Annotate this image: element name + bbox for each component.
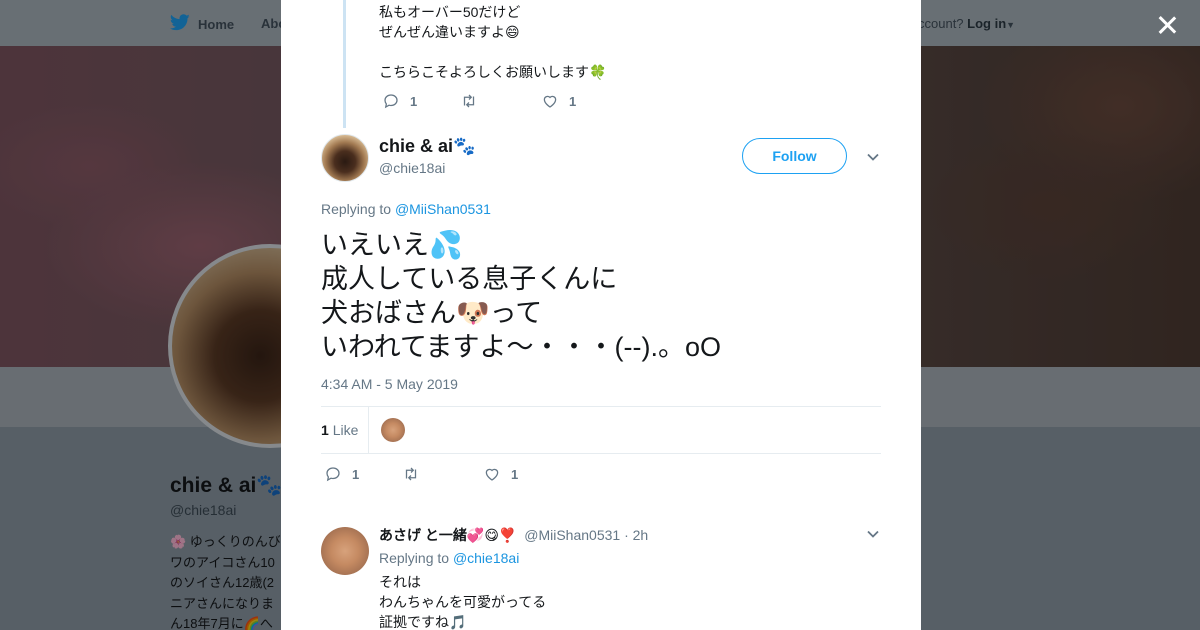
tweet-menu-chevron-down-icon[interactable] bbox=[866, 150, 880, 164]
likes-count[interactable]: 1 Like bbox=[321, 422, 358, 438]
tweet-modal: 私もオーバー50だけど ぜんぜん違いますよ😄 こちらこそよろしくお願いします🍀 … bbox=[281, 0, 921, 630]
like-button[interactable]: 1 bbox=[541, 92, 576, 110]
reply-button[interactable]: 1 bbox=[324, 465, 402, 483]
tweet-line: それは bbox=[379, 574, 421, 590]
tweet-line: ぜんぜん違いますよ😄 bbox=[379, 24, 520, 40]
reply-time[interactable]: · 2h bbox=[624, 527, 648, 543]
stats-divider bbox=[368, 407, 369, 453]
reply-author-handle[interactable]: @MiiShan0531 bbox=[524, 527, 620, 543]
retweet-icon bbox=[463, 94, 475, 108]
tweet-line: 証拠ですね🎵 bbox=[379, 614, 467, 630]
previous-tweet-actions: 1 1 bbox=[382, 92, 576, 110]
like-button[interactable]: 1 bbox=[483, 465, 518, 483]
retweet-icon bbox=[405, 467, 417, 481]
reply-author-avatar[interactable] bbox=[321, 527, 369, 575]
tweet-line: 犬おばさん🐶って bbox=[321, 298, 543, 328]
reply-header: あさげ と一緒💞😋❣️ @MiiShan0531 · 2h bbox=[379, 525, 648, 545]
tweet-line: こちらこそよろしくお願いします🍀 bbox=[379, 64, 607, 80]
tweet-line: 成人している息子くんに bbox=[321, 264, 618, 294]
main-tweet-actions: 1 1 bbox=[324, 465, 518, 483]
tweet-line: いえいえ💦 bbox=[321, 230, 463, 260]
previous-tweet-text: 私もオーバー50だけど ぜんぜん違いますよ😄 こちらこそよろしくお願いします🍀 bbox=[379, 2, 606, 82]
close-icon[interactable] bbox=[1150, 8, 1184, 42]
author-name[interactable]: chie & ai🐾 bbox=[379, 136, 475, 157]
heart-icon bbox=[543, 95, 557, 108]
tweet-timestamp[interactable]: 4:34 AM - 5 May 2019 bbox=[321, 376, 458, 392]
replying-to: Replying to @MiiShan0531 bbox=[321, 201, 491, 217]
reply-author-name[interactable]: あさげ と一緒💞😋❣️ bbox=[379, 527, 516, 543]
liker-avatar[interactable] bbox=[381, 418, 405, 442]
tweet-line: わんちゃんを可愛がってる bbox=[379, 594, 547, 610]
retweet-button[interactable] bbox=[460, 92, 541, 110]
main-tweet-text: いえいえ💦 成人している息子くんに 犬おばさん🐶って いわれてますよ〜・・・(-… bbox=[321, 228, 721, 364]
tweet-line: 私もオーバー50だけど bbox=[379, 4, 521, 20]
author-avatar[interactable] bbox=[321, 134, 369, 182]
follow-button[interactable]: Follow bbox=[742, 138, 847, 174]
reply-menu-chevron-down-icon[interactable] bbox=[866, 527, 880, 541]
reply-icon bbox=[326, 467, 340, 482]
retweet-button[interactable] bbox=[402, 465, 483, 483]
tweet-line: いわれてますよ〜・・・(--).。oO bbox=[321, 332, 721, 362]
reply-button[interactable]: 1 bbox=[382, 92, 460, 110]
tweet-line bbox=[379, 42, 606, 62]
reply-replying-to-link[interactable]: @chie18ai bbox=[453, 550, 519, 566]
reply-tweet-text: それは わんちゃんを可愛がってる 証拠ですね🎵 bbox=[379, 572, 546, 630]
replying-to-link[interactable]: @MiiShan0531 bbox=[395, 201, 491, 217]
tweet-stats: 1 Like bbox=[321, 406, 881, 454]
author-handle[interactable]: @chie18ai bbox=[379, 160, 445, 176]
reply-icon bbox=[384, 94, 398, 109]
heart-icon bbox=[485, 468, 499, 481]
thread-connector-line bbox=[343, 0, 346, 128]
reply-replying-to: Replying to @chie18ai bbox=[379, 550, 520, 566]
